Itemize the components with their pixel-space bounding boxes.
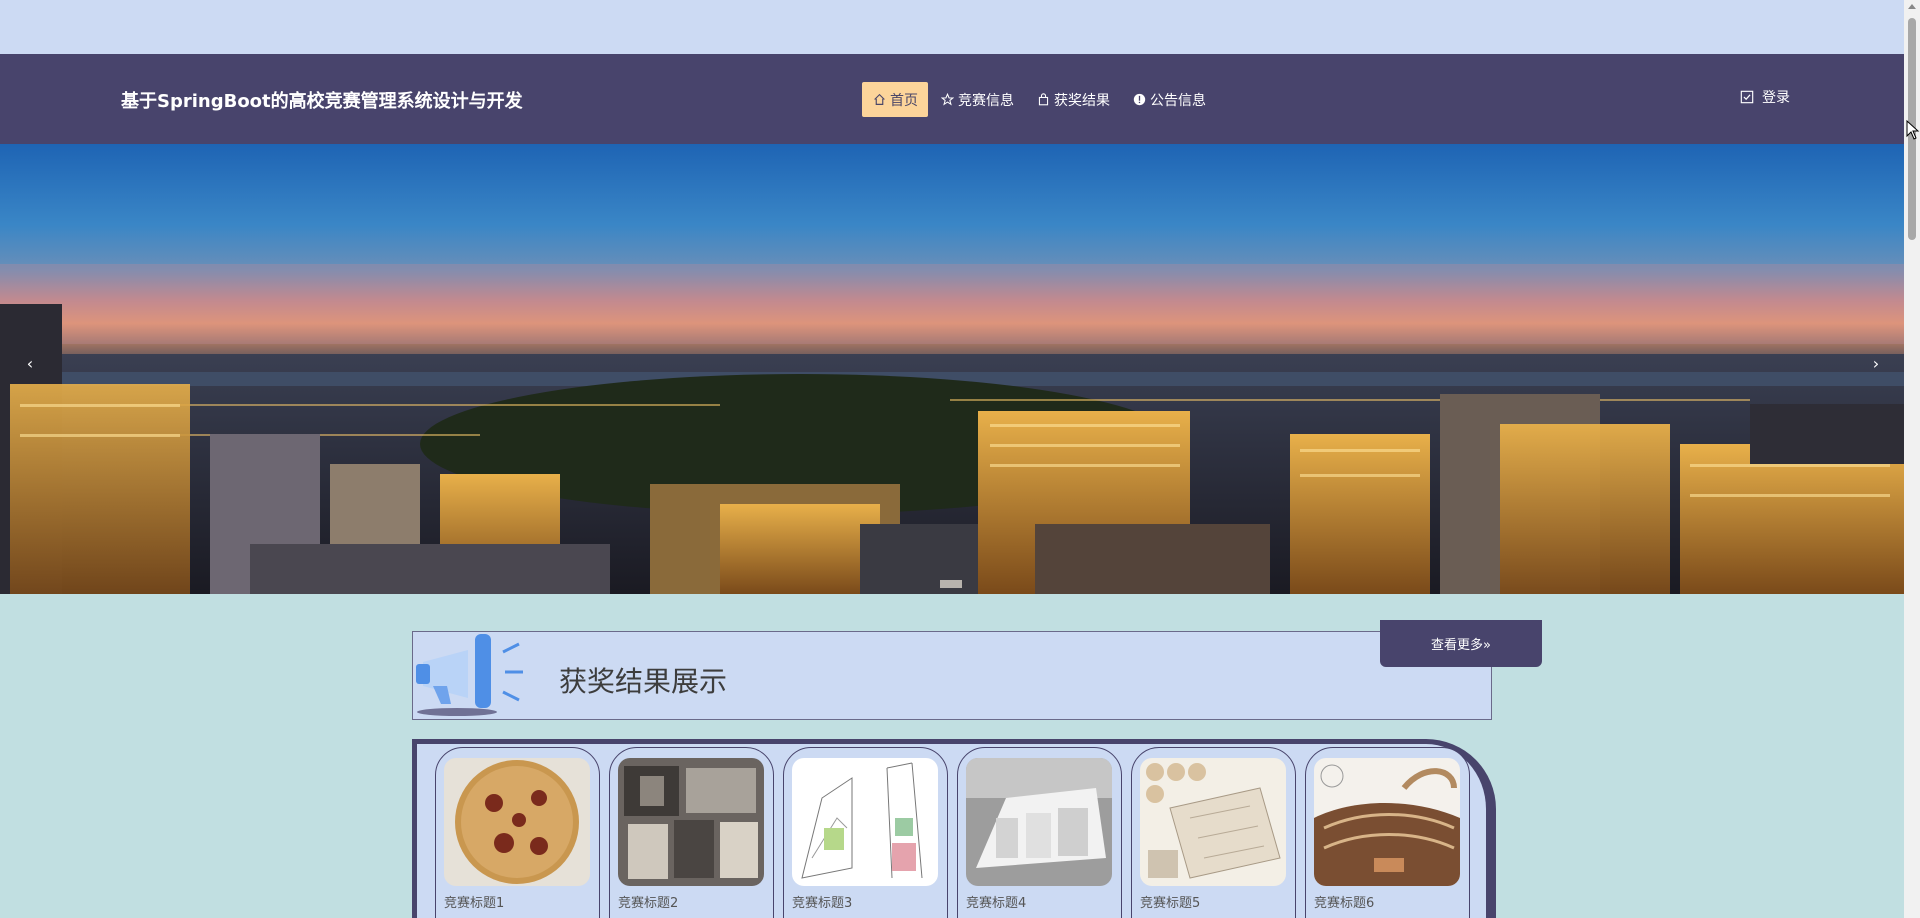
nav-item-label: 首页 — [890, 92, 918, 109]
nav-item-notice[interactable]: 公告信息 — [1122, 82, 1216, 117]
top-strip — [0, 0, 1904, 54]
awards-section-header: 获奖结果展示 — [412, 631, 1492, 720]
card-thumbnail — [1314, 758, 1460, 886]
nav-item-awards[interactable]: 获奖结果 — [1026, 82, 1120, 117]
carousel-next-arrow[interactable]: › — [1866, 354, 1886, 373]
megaphone-icon — [416, 634, 523, 716]
navbar: 基于SpringBoot的高校竞赛管理系统设计与开发 首页 竞赛信息 获奖结果 … — [0, 54, 1904, 144]
bag-icon — [1036, 93, 1050, 107]
banner-carousel: ‹ › — [0, 144, 1904, 594]
award-card[interactable]: 竞赛标题1 — [435, 747, 600, 918]
card-thumbnail — [792, 758, 938, 886]
award-card[interactable]: 竞赛标题3 — [783, 747, 948, 918]
carousel-indicators — [940, 580, 962, 588]
nav-item-competition[interactable]: 竞赛信息 — [930, 82, 1024, 117]
card-thumbnail — [618, 758, 764, 886]
card-thumbnail — [966, 758, 1112, 886]
award-card[interactable]: 竞赛标题4 — [957, 747, 1122, 918]
award-card[interactable]: 竞赛标题5 — [1131, 747, 1296, 918]
card-title: 竞赛标题2 — [618, 896, 679, 911]
info-icon — [1132, 93, 1146, 107]
nav-item-label: 竞赛信息 — [958, 92, 1014, 109]
nav-item-home[interactable]: 首页 — [862, 82, 928, 117]
card-title: 竞赛标题1 — [444, 896, 505, 911]
mouse-cursor-icon — [1906, 120, 1920, 140]
carousel-dot[interactable] — [940, 580, 962, 588]
home-icon — [872, 93, 886, 107]
card-title: 竞赛标题6 — [1314, 896, 1375, 911]
section-title: 获奖结果展示 — [559, 665, 728, 698]
awards-card-panel: 竞赛标题1 竞赛标题2 竞赛标题3 竞赛标题4 竞赛标题5 竞赛标题6 — [412, 739, 1496, 918]
award-card[interactable]: 竞赛标题2 — [609, 747, 774, 918]
card-thumbnail — [444, 758, 590, 886]
card-thumbnail — [1140, 758, 1286, 886]
login-label: 登录 — [1762, 90, 1790, 106]
star-icon — [940, 93, 954, 107]
login-button[interactable]: 登录 — [1740, 87, 1790, 107]
view-more-button[interactable]: 查看更多» — [1380, 620, 1542, 667]
card-title: 竞赛标题3 — [792, 896, 853, 911]
nav-item-label: 获奖结果 — [1054, 92, 1110, 109]
award-card[interactable]: 竞赛标题6 — [1305, 747, 1470, 918]
checkbox-icon — [1740, 90, 1754, 104]
card-title: 竞赛标题4 — [966, 896, 1027, 911]
nav-item-label: 公告信息 — [1150, 92, 1206, 109]
card-title: 竞赛标题5 — [1140, 896, 1201, 911]
carousel-prev-arrow[interactable]: ‹ — [20, 354, 40, 373]
nav-menu: 首页 竞赛信息 获奖结果 公告信息 — [862, 82, 1218, 117]
site-title: 基于SpringBoot的高校竞赛管理系统设计与开发 — [121, 91, 523, 112]
scroll-up-icon[interactable] — [1908, 4, 1916, 9]
city-skyline-image — [0, 144, 1904, 594]
